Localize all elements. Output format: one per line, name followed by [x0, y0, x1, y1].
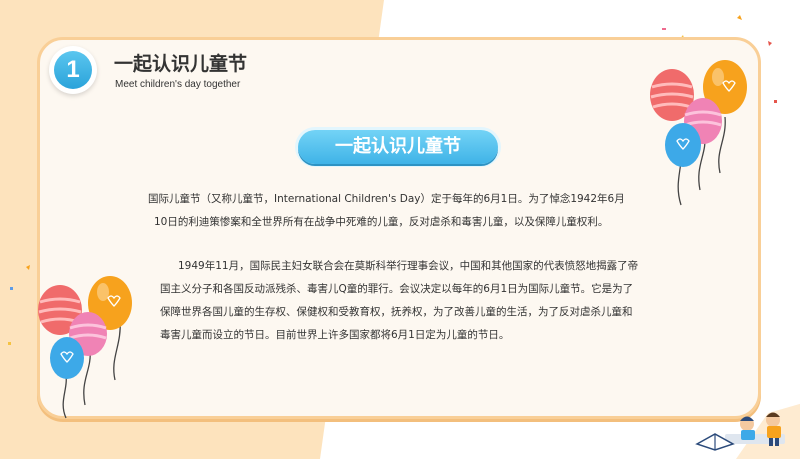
section-number: 1 [54, 51, 92, 89]
paragraph-2-line-2: 国主义分子和各国反动派残杀、毒害儿Q童的罪行。会议决定以每年的6月1日为国际儿童… [160, 283, 634, 295]
paragraph-2-line-4: 毒害儿童而设立的节日。目前世界上许多国家都将6月1日定为儿童的节日。 [160, 329, 510, 341]
paragraph-1-line-1: 国际儿童节（又称儿童节，International Children's Day… [148, 193, 625, 205]
heading-pill: 一起认识儿童节 [298, 130, 498, 164]
slide: 1 一起认识儿童节 Meet children's day together 一… [0, 0, 800, 459]
paragraph-2-line-3: 保障世界各国儿童的生存权、保健权和受教育权，抚养权，为了改善儿童的生活，为了反对… [160, 306, 633, 318]
paragraph-1: 国际儿童节（又称儿童节，International Children's Day… [148, 188, 668, 234]
balloon-cluster-icon [650, 60, 747, 206]
paragraph-2-line-1: 1949年11月，国际民主妇女联合会在莫斯科举行理事会议，中国和其他国家的代表愤… [178, 260, 639, 272]
section-number-badge: 1 [49, 46, 97, 94]
section-title: 一起认识儿童节 [114, 53, 248, 75]
paragraph-1-line-2: 10日的利迪策惨案和全世界所有在战争中死难的儿童，反对虐杀和毒害儿童，以及保障儿… [154, 216, 609, 228]
balloon-cluster-icon [38, 276, 132, 419]
section-subtitle: Meet children's day together [115, 79, 241, 90]
kids-reading-illustration [695, 412, 785, 451]
paragraph-2: 1949年11月，国际民主妇女联合会在莫斯科举行理事会议，中国和其他国家的代表愤… [142, 255, 667, 347]
